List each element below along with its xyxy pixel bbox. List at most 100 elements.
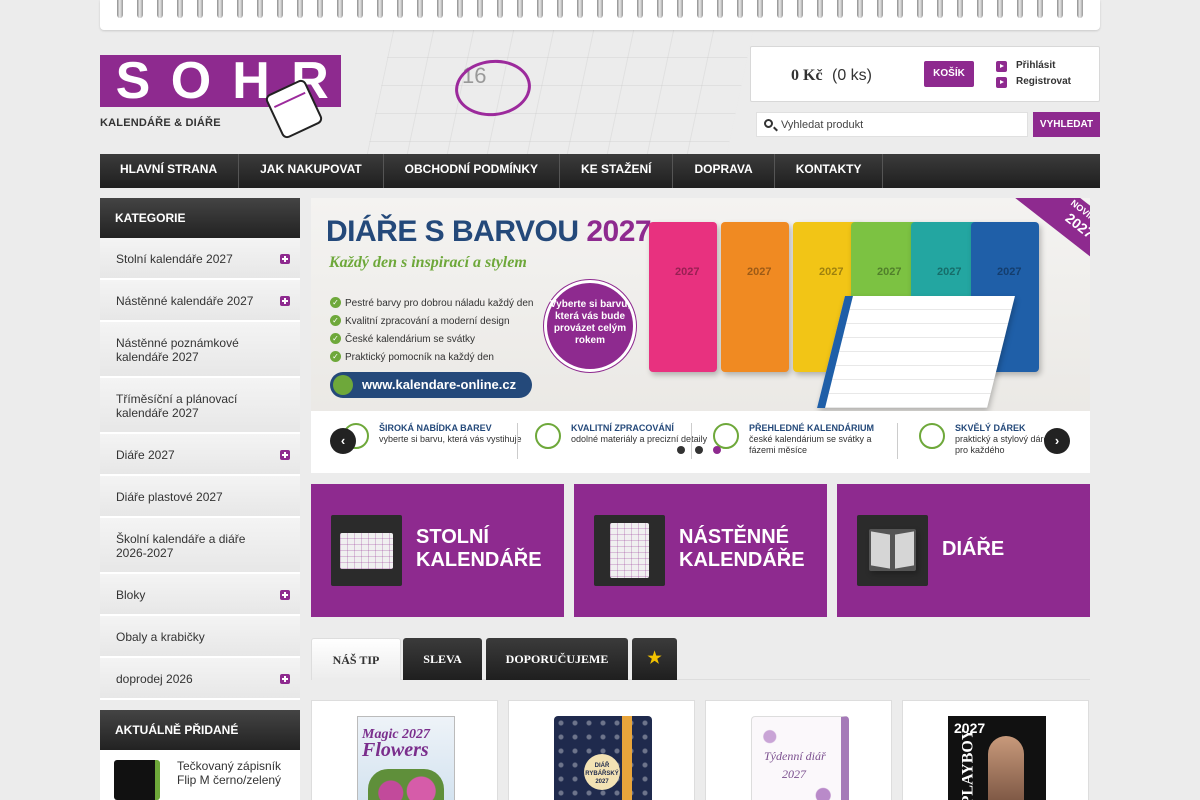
strip-text: praktický a stylový dárek pro každého [955,434,1054,455]
spiral-ring [857,0,863,18]
product-image: 2027 PLAYBOY [948,716,1046,800]
logo-letter: S [115,52,151,110]
nav-item-how-to-buy[interactable]: JAK NAKUPOVAT [239,154,384,188]
login-link[interactable]: Přihlásit [996,60,1056,72]
logo[interactable]: S O H R KALENDÁŘE & DIÁŘE [100,52,342,141]
spiral-ring [537,0,543,18]
logo-tagline: KALENDÁŘE & DIÁŘE [100,117,221,129]
book-year: 2027 [747,266,772,278]
spiral-ring [897,0,903,18]
tile-diaries[interactable]: DIÁŘE [837,484,1090,617]
recent-heading: AKTUÁLNĚ PŘIDANÉ [100,710,300,750]
tile-label-line: STOLNÍ [416,526,489,548]
sidebar-category-label: Nástěnné poznámkové kalendáře 2027 [116,336,239,364]
main-nav: HLAVNÍ STRANA JAK NAKUPOVAT OBCHODNÍ POD… [100,154,1100,188]
sidebar-category-label: Bloky [116,588,146,602]
expand-plus-icon[interactable] [280,590,290,600]
product-card[interactable]: 2027 PLAYBOY [902,700,1089,800]
nav-item-terms[interactable]: OBCHODNÍ PODMÍNKY [384,154,561,188]
register-link[interactable]: Registrovat [996,76,1071,88]
spiral-ring [337,0,343,18]
spiral-ring [177,0,183,18]
category-list: Stolní kalendáře 2027 Nástěnné kalendáře … [100,238,300,700]
spiral-ring [277,0,283,18]
expand-plus-icon[interactable] [280,296,290,306]
banner-next-button[interactable]: › [1044,428,1070,454]
sidebar-category[interactable]: Nástěnné poznámkové kalendáře 2027 [100,322,300,378]
diary-orange: 2027 [721,222,789,372]
spiral-ring [297,0,303,18]
strip-title: PŘEHLEDNÉ KALENDÁRIUM [749,423,875,433]
sidebar-category[interactable]: Tříměsíční a plánovací kalendáře 2027 [100,378,300,434]
spiral-ring [1017,0,1023,18]
sidebar-category-label: Diáře plastové 2027 [116,490,223,504]
banner-feature: Kvalitní zpracování a moderní design [330,315,510,327]
categories-heading: KATEGORIE [100,198,300,238]
banner-dot[interactable] [677,446,685,454]
sidebar-category-label: Diáře 2027 [116,448,175,462]
strip-text: české kalendárium se svátky a fázemi měs… [749,434,872,455]
header: 16 S O H R KALENDÁŘE & DIÁŘE 0 Kč (0 ks)… [100,30,1100,154]
sidebar-category[interactable]: Diáře plastové 2027 [100,476,300,518]
spiral-ring [657,0,663,18]
promo-banner[interactable]: DIÁŘE S BARVOU 2027 Každý den s inspirac… [311,198,1090,473]
tab-our-tip[interactable]: NÁŠ TIP [311,638,401,680]
tile-label-line: NÁSTĚNNÉ [679,526,790,548]
sidebar-category-label: Tříměsíční a plánovací kalendáře 2027 [116,392,238,420]
sidebar-category[interactable]: doprodej 2026 [100,658,300,700]
book-year: 2027 [877,266,902,278]
tile-wall-calendars[interactable]: NÁSTĚNNÉ KALENDÁŘE [574,484,827,617]
recent-product-image [114,760,160,800]
spiral-ring [577,0,583,18]
expand-plus-icon[interactable] [280,450,290,460]
nav-item-downloads[interactable]: KE STAŽENÍ [560,154,674,188]
spiral-ring [217,0,223,18]
product-card[interactable]: Magic 2027 Flowers [311,700,498,800]
tab-discount[interactable]: SLEVA [403,638,482,680]
product-card[interactable]: DIÁŘ RYBÁŘSKÝ 2027 [508,700,695,800]
sidebar-category[interactable]: Školní kalendáře a diáře 2026-2027 [100,518,300,574]
book-year: 2027 [819,266,844,278]
nav-item-shipping[interactable]: DOPRAVA [673,154,775,188]
expand-plus-icon[interactable] [280,674,290,684]
tab-recommended[interactable]: DOPORUČUJEME [486,638,628,680]
spiral-ring [437,0,443,18]
recent-product-name: Tečkovaný zápisník Flip M černo/zelený [177,759,282,787]
nav-item-contacts[interactable]: KONTAKTY [775,154,884,188]
banner-dot[interactable] [713,446,721,454]
banner-dot[interactable] [695,446,703,454]
sidebar-category[interactable]: Diáře 2027 [100,434,300,476]
page: 16 S O H R KALENDÁŘE & DIÁŘE 0 Kč (0 ks)… [100,0,1100,800]
sidebar-category[interactable]: Bloky [100,574,300,616]
search-input[interactable] [781,113,1025,136]
product-image: DIÁŘ RYBÁŘSKÝ 2027 [554,716,652,800]
spiral-ring [1077,0,1083,18]
sidebar-category[interactable]: Nástěnné kalendáře 2027 [100,280,300,322]
sidebar-category[interactable]: Obaly a krabičky [100,616,300,658]
desk-calendar-icon-inner [340,533,393,569]
arrow-right-icon [996,77,1007,88]
cover-label: DIÁŘ RYBÁŘSKÝ 2027 [584,754,620,790]
sidebar-category-label: Stolní kalendáře 2027 [116,252,233,266]
desk-calendar-icon [331,515,402,586]
strip-title: SKVĚLÝ DÁREK [955,423,1026,433]
sidebar-category[interactable]: Stolní kalendáře 2027 [100,238,300,280]
banner-prev-button[interactable]: ‹ [330,428,356,454]
nav-item-home[interactable]: HLAVNÍ STRANA [100,154,240,188]
strip-item: PŘEHLEDNÉ KALENDÁRIUM české kalendárium … [713,423,893,456]
recent-product[interactable]: Tečkovaný zápisník Flip M černo/zelený [100,750,300,800]
expand-plus-icon[interactable] [280,254,290,264]
new-ribbon: NOVINKA 2027 [991,198,1090,290]
spiral-ring [597,0,603,18]
cart-button[interactable]: KOŠÍK [924,61,974,87]
spiral-ring [417,0,423,18]
spiral-ring [817,0,823,18]
tile-label-line: KALENDÁŘE [679,549,805,571]
tile-desk-calendars[interactable]: STOLNÍ KALENDÁŘE [311,484,564,617]
search-button[interactable]: VYHLEDAT [1033,112,1100,137]
divider [517,423,518,459]
gift-icon [919,423,945,449]
tab-favorites-star-icon[interactable]: ★ [632,638,677,680]
product-card[interactable]: Týdenní diář 2027 [705,700,892,800]
login-label: Přihlásit [1016,60,1056,71]
